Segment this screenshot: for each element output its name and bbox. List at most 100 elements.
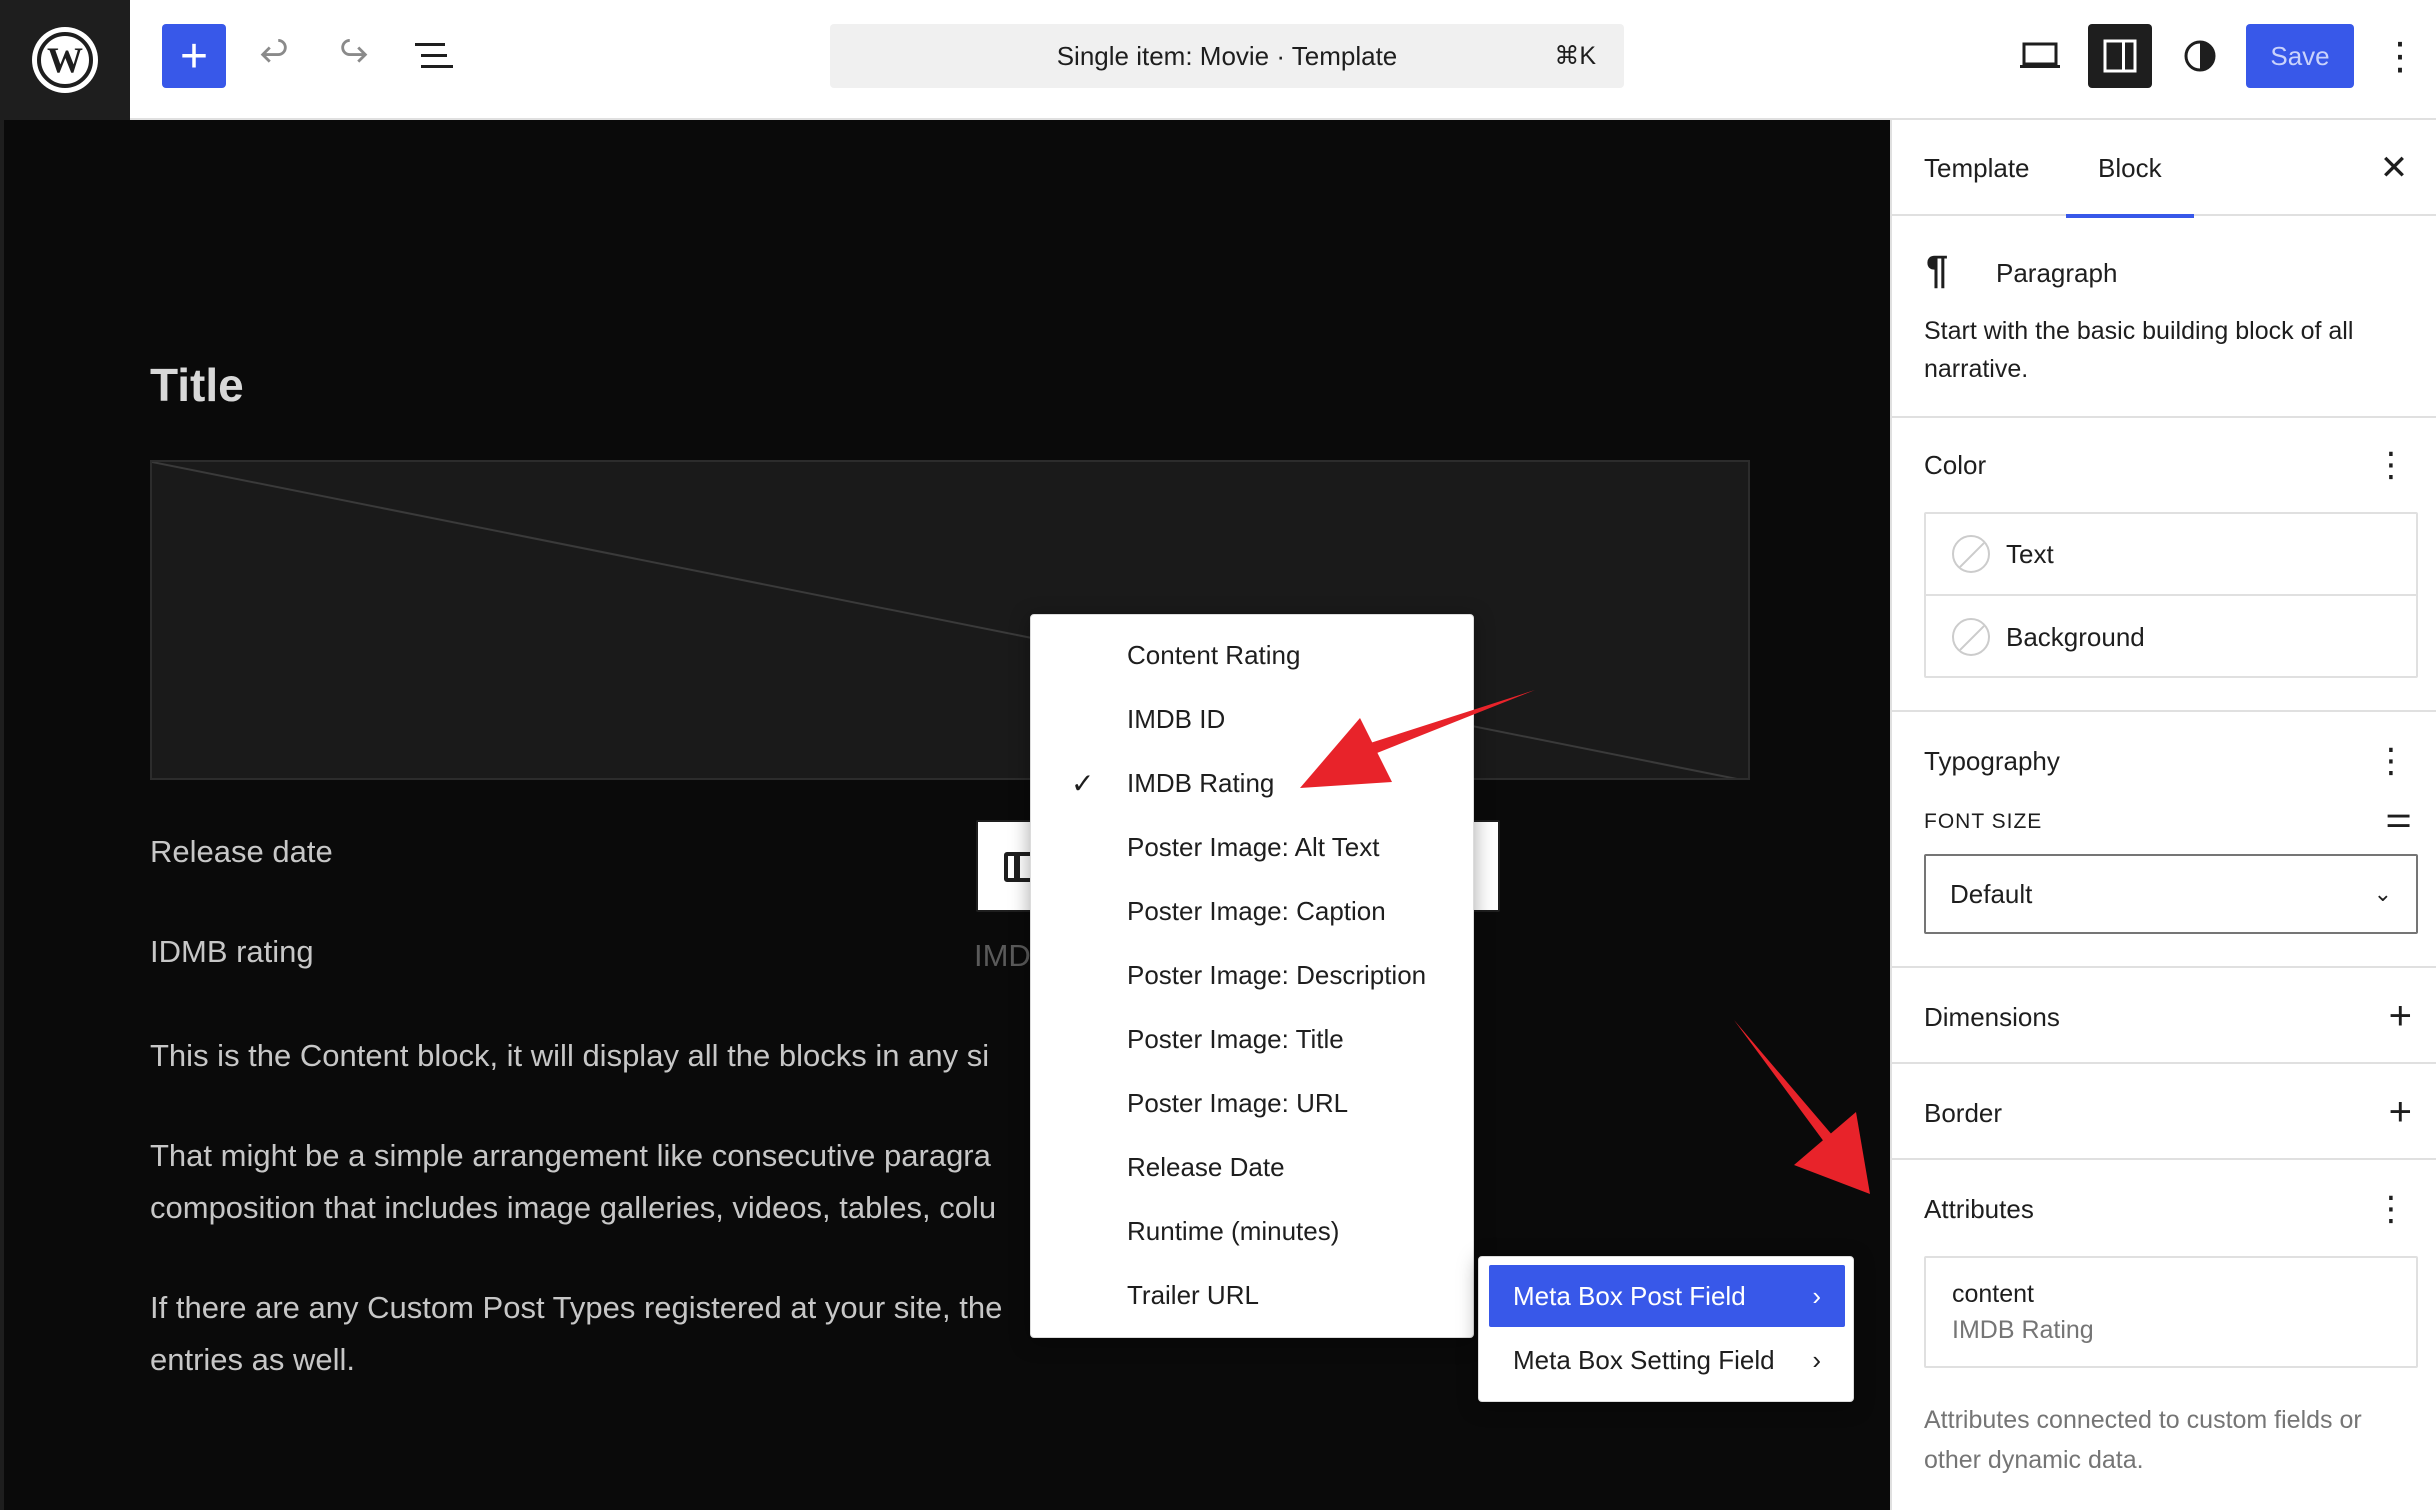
close-sidebar-button[interactable]: ✕ [2370,144,2418,192]
menu-item-imdb-id[interactable]: IMDB ID [1031,691,1473,747]
styles-contrast-icon [2184,40,2216,72]
submenu-item-label: Meta Box Post Field [1513,1280,1746,1311]
settings-toggle-button[interactable] [2088,24,2152,88]
background-color-label: Background [2006,621,2145,652]
font-size-label: FONT SIZE [1924,810,2043,833]
undo-button[interactable] [242,24,306,88]
save-button[interactable]: Save [2246,24,2354,88]
tab-template[interactable]: Template [1924,120,2030,216]
panel-divider [1892,1062,2436,1064]
redo-icon [341,39,368,63]
meta-box-post-field-item[interactable]: Meta Box Post Field › [1489,1265,1845,1327]
menu-item-poster-caption[interactable]: Poster Image: Caption [1031,883,1473,939]
menu-item-poster-title[interactable]: Poster Image: Title [1031,1011,1473,1067]
border-panel-title[interactable]: Border [1924,1098,2002,1129]
attribute-binding-item[interactable]: content IMDB Rating [1924,1256,2418,1368]
typography-options-icon[interactable]: ⋮ [2374,744,2408,778]
menu-item-release-date[interactable]: Release Date [1031,1139,1473,1195]
list-view-icon [415,43,453,68]
panel-divider [1892,710,2436,712]
post-title-block[interactable]: Title [150,358,244,412]
undo-icon [260,39,287,63]
release-date-label[interactable]: Release date [150,834,333,870]
menu-item-label: Trailer URL [1127,1279,1259,1310]
close-icon: ✕ [2379,149,2409,187]
menu-item-label: Poster Image: Description [1127,959,1427,990]
meta-field-dropdown: Content Rating IMDB ID ✓ IMDB Rating Post… [1030,614,1474,1338]
attributes-help-text: Attributes connected to custom fields or… [1924,1406,2362,1474]
featured-image-placeholder[interactable] [150,460,1750,780]
color-panel-title: Color [1924,450,1987,480]
panel-divider [1892,1158,2436,1160]
add-block-button[interactable]: + [162,24,226,88]
preview-view-button[interactable] [2008,24,2072,88]
text-color-label: Text [2006,538,2054,569]
list-view-button[interactable] [402,24,466,88]
chevron-down-icon: ⌄ [2373,881,2392,906]
font-size-value: Default [1950,878,2033,909]
border-add-icon[interactable]: + [2389,1092,2412,1132]
attribute-key: content [1952,1280,2035,1308]
sidebar-tabs: Template Block ✕ [1892,120,2436,218]
font-size-select[interactable]: Default ⌄ [1924,854,2418,934]
imdb-rating-label[interactable]: IDMB rating [150,934,314,970]
wordpress-logo-icon: W [32,27,98,93]
document-title: Single item: Movie · Template [1056,40,1398,71]
more-vertical-icon: ⋮ [2381,35,2419,78]
desktop-view-icon [2020,42,2060,68]
command-shortcut: ⌘K [1554,42,1596,70]
menu-item-label: Poster Image: Title [1127,1023,1344,1054]
content-paragraph-2-line-1[interactable]: That might be a simple arrangement like … [150,1130,1710,1182]
menu-item-poster-alt-text[interactable]: Poster Image: Alt Text [1031,819,1473,875]
dimensions-panel-title[interactable]: Dimensions [1924,1002,2060,1033]
tab-block[interactable]: Block [2066,120,2193,218]
text-color-control[interactable]: Text [1926,514,2416,596]
background-color-control[interactable]: Background [1926,596,2416,678]
menu-item-label: Runtime (minutes) [1127,1215,1340,1246]
check-icon: ✓ [1071,767,1095,799]
block-name: Paragraph [1996,258,2118,288]
empty-swatch-icon [1952,535,1990,573]
menu-item-label: Poster Image: Alt Text [1127,831,1380,862]
attributes-panel-title: Attributes [1924,1194,2034,1224]
submenu-item-label: Meta Box Setting Field [1513,1344,1775,1375]
plus-icon: + [179,29,209,83]
paragraph-icon: ¶ [1926,248,1949,292]
content-paragraph-3-line-2[interactable]: entries as well. [150,1334,1710,1386]
attribute-value: IMDB Rating [1952,1316,2094,1344]
dimensions-add-icon[interactable]: + [2389,996,2412,1036]
menu-item-label: Release Date [1127,1151,1285,1182]
menu-item-imdb-rating[interactable]: ✓ IMDB Rating [1031,755,1473,811]
chevron-right-icon: › [1812,1280,1821,1311]
panel-divider [1892,966,2436,968]
menu-item-trailer-url[interactable]: Trailer URL [1031,1267,1473,1323]
menu-item-content-rating[interactable]: Content Rating [1031,627,1473,683]
menu-item-poster-url[interactable]: Poster Image: URL [1031,1075,1473,1131]
redo-button[interactable] [322,24,386,88]
block-card: ¶ Paragraph Start with the basic buildin… [1892,216,2436,418]
block-description: Start with the basic building block of a… [1924,317,2354,383]
placeholder-diagonal [152,462,1738,778]
editor-top-bar: W + Single item: Movie · Template ⌘K Sav… [0,0,2436,120]
meta-box-setting-field-item[interactable]: Meta Box Setting Field › [1489,1329,1845,1391]
content-paragraph-3-line-1[interactable]: If there are any Custom Post Types regis… [150,1282,1710,1334]
settings-sidebar-icon [2103,39,2137,73]
color-options-icon[interactable]: ⋮ [2374,448,2408,482]
menu-item-runtime[interactable]: Runtime (minutes) [1031,1203,1473,1259]
settings-sidebar: Template Block ✕ ¶ Paragraph Start with … [1890,120,2436,1510]
wordpress-logo[interactable]: W [0,0,130,120]
content-paragraph-1[interactable]: This is the Content block, it will displ… [150,1030,1710,1082]
field-source-submenu: Meta Box Post Field › Meta Box Setting F… [1478,1256,1854,1402]
font-size-custom-icon[interactable]: ⚌ [2385,800,2412,835]
content-paragraph-2-line-2[interactable]: composition that includes image gallerie… [150,1182,1710,1234]
menu-item-poster-description[interactable]: Poster Image: Description [1031,947,1473,1003]
styles-button[interactable] [2168,24,2232,88]
attributes-options-icon[interactable]: ⋮ [2374,1192,2408,1226]
typography-panel-title: Typography [1924,746,2060,776]
menu-item-label: Poster Image: URL [1127,1087,1349,1118]
command-palette-bar[interactable]: Single item: Movie · Template ⌘K [830,24,1624,88]
options-button[interactable]: ⋮ [2370,24,2430,88]
chevron-right-icon: › [1812,1344,1821,1375]
imdb-rating-field-text[interactable]: IMD [974,938,1031,974]
menu-item-label: IMDB ID [1127,703,1226,734]
